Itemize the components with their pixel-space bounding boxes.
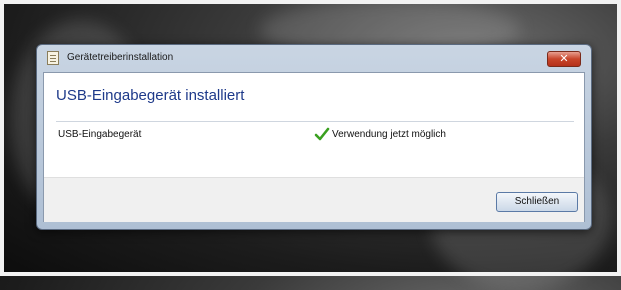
dialog-content: USB-Eingabegerät installiert USB-Eingabe… — [43, 72, 585, 222]
title-bar[interactable]: Gerätetreiberinstallation ✕ — [37, 45, 591, 71]
device-status: Verwendung jetzt möglich — [314, 126, 446, 142]
check-icon — [314, 127, 330, 141]
status-text: Verwendung jetzt möglich — [332, 128, 446, 140]
window-close-button[interactable]: ✕ — [547, 51, 581, 67]
window-title: Gerätetreiberinstallation — [67, 52, 174, 63]
document-icon — [47, 51, 59, 65]
device-name: USB-Eingabegerät — [58, 129, 142, 140]
close-button[interactable]: Schließen — [496, 192, 578, 212]
divider — [56, 121, 574, 122]
driver-install-dialog: Gerätetreiberinstallation ✕ USB-Eingabeg… — [36, 44, 592, 230]
page-title: USB-Eingabegerät installiert — [56, 87, 245, 104]
dialog-footer: Schließen — [44, 177, 584, 222]
